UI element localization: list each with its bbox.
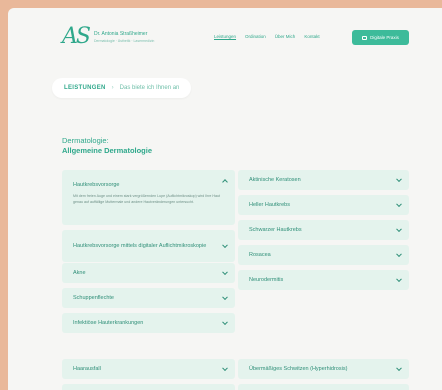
accordion-label: Übermäßiges Schwitzen (Hyperhidrosis) bbox=[249, 366, 348, 372]
accordion-hautkrebsvorsorge[interactable]: Hautkrebsvorsorge Mit dem freien Auge un… bbox=[62, 170, 235, 225]
site-header: AS Dr. Antonia Straßheimer Dermatologie … bbox=[8, 8, 442, 68]
logo-name[interactable]: Dr. Antonia Straßheimer bbox=[94, 31, 147, 37]
accordion-label: Hautkrebsvorsorge mittels digitaler Aufl… bbox=[73, 243, 207, 249]
accordion-neurodermitis[interactable]: Neurodermitis bbox=[238, 270, 409, 290]
main-nav: Leistungen Ordination Über Mich Kontakt bbox=[214, 34, 320, 39]
chevron-down-icon[interactable] bbox=[396, 201, 402, 208]
accordion-aktinische-keratosen[interactable]: Aktinische Keratosen bbox=[238, 170, 409, 190]
accordion-heller-hautkrebs[interactable]: Heller Hautkrebs bbox=[238, 195, 409, 215]
digital-practice-label: Digitale Praxis bbox=[370, 35, 399, 40]
accordion-label: Aktinische Keratosen bbox=[249, 177, 301, 183]
calendar-icon bbox=[362, 35, 368, 40]
breadcrumb-separator: › bbox=[111, 85, 114, 91]
breadcrumb-section[interactable]: LEISTUNGEN bbox=[64, 85, 106, 91]
accordion-label: Haarausfall bbox=[73, 366, 101, 372]
accordion-hautkrebsvorsorge-digital[interactable]: Hautkrebsvorsorge mittels digitaler Aufl… bbox=[62, 230, 235, 262]
chevron-down-icon[interactable] bbox=[222, 294, 228, 301]
chevron-down-icon[interactable] bbox=[222, 319, 228, 326]
accordion-next-left[interactable] bbox=[62, 384, 235, 390]
accordion-schwarzer-hautkrebs[interactable]: Schwarzer Hautkrebs bbox=[238, 220, 409, 240]
chevron-up-icon[interactable] bbox=[222, 179, 228, 185]
logo-subtitle: Dermatologie · Ästhetik · Lasermedizin bbox=[94, 39, 155, 43]
accordion-label: Infektiöse Hauterkrankungen bbox=[73, 320, 144, 326]
accordion-body: Mit dem freien Auge und einem stark verg… bbox=[73, 194, 221, 204]
logo-mark[interactable]: AS bbox=[62, 24, 91, 49]
chevron-down-icon[interactable] bbox=[396, 176, 402, 183]
chevron-down-icon[interactable] bbox=[396, 226, 402, 233]
section-label: Dermatologie: bbox=[62, 136, 109, 145]
breadcrumb: LEISTUNGEN › Das biete ich Ihnen an bbox=[52, 78, 192, 98]
accordion-infektioese-hauterkrankungen[interactable]: Infektiöse Hauterkrankungen bbox=[62, 313, 235, 333]
accordion-akne[interactable]: Akne bbox=[62, 263, 235, 283]
chevron-down-icon[interactable] bbox=[222, 365, 228, 372]
chevron-down-icon[interactable] bbox=[396, 251, 402, 258]
nav-item-leistungen[interactable]: Leistungen bbox=[214, 34, 236, 39]
nav-item-ordination[interactable]: Ordination bbox=[245, 34, 266, 39]
accordion-hyperhidrosis[interactable]: Übermäßiges Schwitzen (Hyperhidrosis) bbox=[238, 359, 409, 379]
accordion-label: Heller Hautkrebs bbox=[249, 202, 290, 208]
accordion-next-right[interactable] bbox=[238, 384, 409, 390]
accordion-schuppenflechte[interactable]: Schuppenflechte bbox=[62, 288, 235, 308]
accordion-label: Schuppenflechte bbox=[73, 295, 114, 301]
accordion-label: Neurodermitis bbox=[249, 277, 284, 283]
digital-practice-button[interactable]: Digitale Praxis bbox=[352, 30, 409, 45]
accordion-rosacea[interactable]: Rosacea bbox=[238, 245, 409, 265]
accordion-label: Akne bbox=[73, 270, 86, 276]
chevron-down-icon[interactable] bbox=[222, 269, 228, 276]
page: AS Dr. Antonia Straßheimer Dermatologie … bbox=[8, 8, 442, 390]
accordion-label: Rosacea bbox=[249, 252, 271, 258]
accordion-haarausfall[interactable]: Haarausfall bbox=[62, 359, 235, 379]
chevron-down-icon[interactable] bbox=[222, 242, 228, 249]
nav-item-ueber-mich[interactable]: Über Mich bbox=[275, 34, 296, 39]
section-title: Allgemeine Dermatologie bbox=[62, 146, 153, 155]
breadcrumb-subtitle: Das biete ich Ihnen an bbox=[119, 85, 180, 91]
chevron-down-icon[interactable] bbox=[396, 276, 402, 283]
accordion-label: Schwarzer Hautkrebs bbox=[249, 227, 302, 233]
accordion-label: Hautkrebsvorsorge bbox=[73, 182, 120, 188]
chevron-down-icon[interactable] bbox=[396, 365, 402, 372]
nav-item-kontakt[interactable]: Kontakt bbox=[304, 34, 319, 39]
